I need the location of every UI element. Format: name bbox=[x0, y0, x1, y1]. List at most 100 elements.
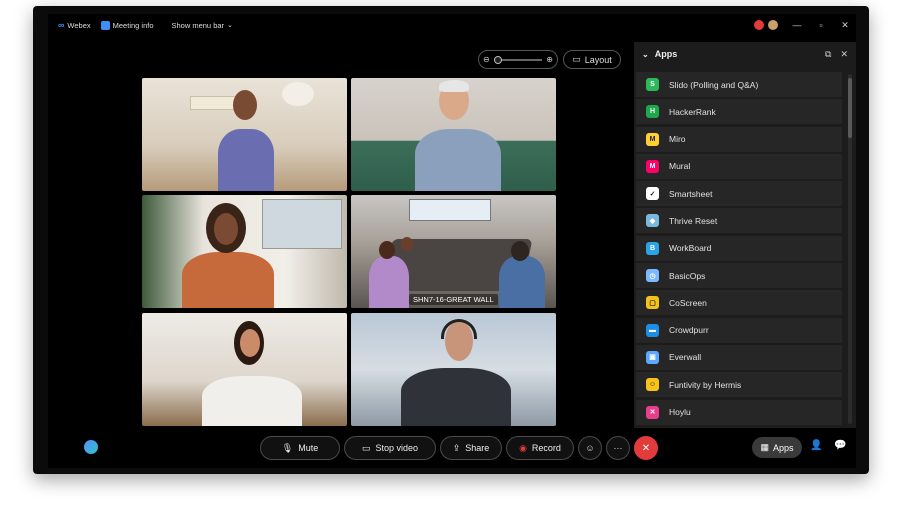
participant-body bbox=[182, 252, 274, 308]
window bbox=[262, 199, 342, 249]
maximize-icon[interactable]: ▫ bbox=[816, 20, 826, 30]
collapse-chevron-icon[interactable]: ⌄ bbox=[642, 50, 649, 59]
share-label: Share bbox=[465, 443, 490, 453]
meeting-info-button[interactable]: Meeting info bbox=[100, 20, 154, 30]
participant-head bbox=[379, 241, 395, 259]
recording-dot-icon bbox=[754, 20, 764, 30]
app-list-item[interactable]: H HackerRank bbox=[636, 99, 842, 125]
app-name: Slido (Polling and Q&A) bbox=[669, 79, 759, 90]
zoom-out-icon[interactable]: ⊖ bbox=[483, 55, 490, 64]
apps-scrollbar[interactable] bbox=[848, 74, 852, 424]
video-tile[interactable] bbox=[142, 195, 347, 308]
app-list-item[interactable]: M Mural bbox=[636, 153, 842, 179]
show-menu-bar-label: Show menu bar bbox=[171, 20, 225, 30]
chevron-down-icon: ⌄ bbox=[227, 22, 233, 29]
video-tile[interactable] bbox=[142, 78, 347, 191]
close-icon[interactable]: ✕ bbox=[840, 20, 850, 31]
lamp bbox=[282, 82, 314, 106]
app-name: Smartsheet bbox=[669, 188, 713, 199]
webex-logo: ∞ Webex bbox=[58, 20, 91, 30]
app-name: Everwall bbox=[669, 352, 702, 363]
participant-body bbox=[401, 368, 511, 426]
app-list-item[interactable]: ✓ Smartsheet bbox=[636, 181, 842, 207]
record-icon: ◉ bbox=[519, 442, 527, 453]
apps-grid-icon: ▦ bbox=[760, 442, 769, 452]
mural-icon: M bbox=[646, 159, 659, 173]
participant-face bbox=[214, 213, 238, 245]
show-menu-bar-button[interactable]: Show menu bar ⌄ bbox=[172, 21, 233, 30]
recording-indicator bbox=[754, 20, 778, 30]
minimize-icon[interactable]: — bbox=[792, 20, 802, 30]
app-name: Hoylu bbox=[669, 407, 691, 418]
miro-icon: M bbox=[646, 132, 659, 146]
layout-button[interactable]: ▭ Layout bbox=[563, 50, 621, 69]
app-name: CoScreen bbox=[669, 297, 707, 308]
app-list-item[interactable]: M Miro bbox=[636, 126, 842, 152]
end-call-button[interactable]: ✕ bbox=[634, 436, 658, 460]
reactions-button[interactable]: ☺ bbox=[578, 436, 602, 460]
tile-label: SHN7-16-GREAT WALL bbox=[409, 294, 498, 305]
hoylu-icon: ✕ bbox=[646, 405, 659, 419]
app-name: Thrive Reset bbox=[669, 215, 718, 226]
participant-hair bbox=[439, 80, 469, 92]
participant-head bbox=[233, 90, 257, 120]
app-list-item[interactable]: ◷ BasicOps bbox=[636, 263, 842, 289]
app-list-item[interactable]: S Slido (Polling and Q&A) bbox=[636, 72, 842, 97]
scrollbar-thumb[interactable] bbox=[848, 78, 852, 138]
video-tile[interactable] bbox=[351, 78, 556, 191]
app-name: WorkBoard bbox=[669, 243, 712, 254]
zoom-slider[interactable] bbox=[493, 55, 543, 64]
app-list-item[interactable]: ▢ CoScreen bbox=[636, 290, 842, 316]
chat-icon[interactable]: 💬 bbox=[834, 440, 846, 451]
emoji-icon: ☺ bbox=[585, 443, 595, 453]
avatar[interactable] bbox=[768, 20, 778, 30]
app-name: HackerRank bbox=[669, 106, 716, 117]
crowdpurr-icon: ▬ bbox=[646, 323, 659, 337]
app-list-item[interactable]: ▬ Crowdpurr bbox=[636, 317, 842, 343]
app-list-item[interactable]: ☺ Funtivity by Hermis bbox=[636, 372, 842, 398]
stop-video-button[interactable]: ▭ Stop video bbox=[344, 436, 436, 460]
mute-label: Mute bbox=[298, 443, 319, 453]
close-panel-icon[interactable]: ✕ bbox=[840, 49, 848, 60]
app-list-item[interactable]: ▣ Everwall bbox=[636, 344, 842, 370]
app-name: Miro bbox=[669, 134, 686, 145]
more-options-button[interactable]: ··· bbox=[606, 436, 630, 460]
video-tile[interactable] bbox=[351, 313, 556, 426]
share-button[interactable]: ⇪ Share bbox=[440, 436, 502, 460]
mute-button[interactable]: 🎙 Mute bbox=[260, 436, 340, 460]
app-list-item[interactable]: ◆ Thrive Reset bbox=[636, 208, 842, 234]
webex-icon: ∞ bbox=[58, 20, 65, 30]
participant-head bbox=[511, 241, 529, 261]
app-list-item[interactable]: ✕ Hoylu bbox=[636, 399, 842, 425]
layout-label: Layout bbox=[584, 54, 612, 65]
video-tile[interactable] bbox=[142, 313, 347, 426]
record-label: Record bbox=[531, 443, 561, 453]
video-tile-active[interactable]: SHN7-16-GREAT WALL bbox=[351, 195, 556, 308]
participants-icon[interactable]: 👤 bbox=[810, 440, 822, 451]
workboard-icon: B bbox=[646, 241, 659, 255]
smartsheet-icon: ✓ bbox=[646, 187, 659, 201]
apps-panel-title: Apps bbox=[654, 49, 678, 59]
basicops-icon: ◷ bbox=[646, 269, 659, 283]
record-button[interactable]: ◉ Record bbox=[506, 436, 574, 460]
participant-head bbox=[401, 237, 413, 251]
conference-screen bbox=[409, 199, 491, 221]
meeting-window: ∞ Webex Meeting info Show menu bar ⌄ — ▫… bbox=[48, 14, 856, 468]
zoom-slider-thumb[interactable] bbox=[493, 55, 502, 64]
apps-button[interactable]: ▦ Apps bbox=[752, 437, 802, 458]
apps-panel-header: ⌄ Apps ⧉ ✕ bbox=[634, 42, 856, 66]
apps-panel-actions: ⧉ ✕ bbox=[825, 42, 848, 66]
window-controls: — ▫ ✕ bbox=[754, 14, 850, 36]
share-icon: ⇪ bbox=[452, 442, 461, 453]
zoom-in-icon[interactable]: ⊕ bbox=[546, 55, 553, 64]
everwall-icon: ▣ bbox=[646, 350, 659, 364]
participant-body bbox=[218, 129, 274, 191]
app-name: BasicOps bbox=[669, 270, 706, 281]
pop-out-icon[interactable]: ⧉ bbox=[825, 49, 831, 60]
hackerrank-icon: H bbox=[646, 105, 659, 119]
app-name: Crowdpurr bbox=[669, 325, 709, 336]
app-list-item[interactable]: B WorkBoard bbox=[636, 235, 842, 261]
participant-body bbox=[369, 256, 409, 308]
app-list: S Slido (Polling and Q&A) H HackerRank M Miro… bbox=[636, 72, 842, 427]
webex-assistant-icon[interactable] bbox=[84, 440, 98, 454]
